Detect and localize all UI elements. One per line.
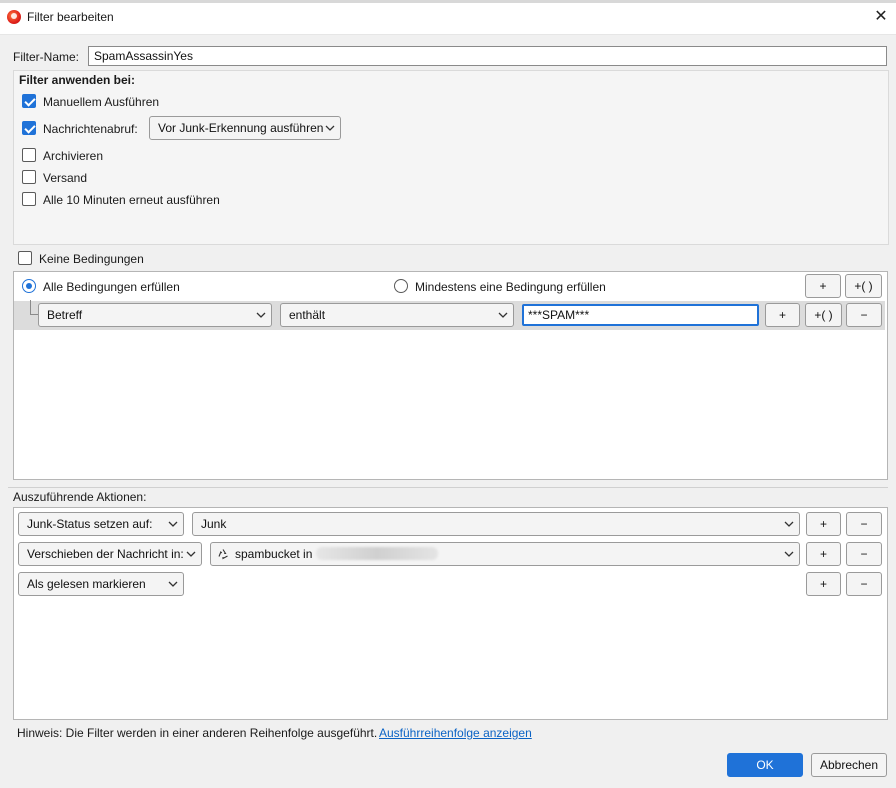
add-condition-button[interactable]: + [805,274,841,298]
send-checkbox[interactable] [22,170,36,184]
condition-add-button[interactable]: + [765,303,800,327]
periodic-label: Alle 10 Minuten erneut ausführen [43,193,220,207]
chevron-down-icon [784,521,794,527]
chevron-down-icon [325,125,335,131]
action-type-dropdown-3[interactable]: Als gelesen markieren [18,572,184,596]
condition-add-group-button[interactable]: +( ) [805,303,842,327]
window-title: Filter bearbeiten [27,10,114,24]
action-type-value-2: Verschieben der Nachricht in: [27,547,184,561]
action-type-dropdown-1[interactable]: Junk-Status setzen auf: [18,512,184,536]
action-type-value-1: Junk-Status setzen auf: [27,517,153,531]
action-target-value-1: Junk [201,517,227,531]
title-bar [0,0,896,35]
chevron-down-icon [784,551,794,557]
actions-heading: Auszuführende Aktionen: [13,490,147,504]
order-hint-text: Hinweis: Die Filter werden in einer ande… [17,726,378,740]
action-type-value-3: Als gelesen markieren [27,577,146,591]
thunderbird-app-icon [7,10,21,24]
periodic-checkbox[interactable] [22,192,36,206]
chevron-down-icon [186,551,196,557]
condition-value-input[interactable]: ***SPAM*** [522,304,759,326]
no-conditions-checkbox[interactable] [18,251,32,265]
manual-run-label: Manuellem Ausführen [43,95,160,109]
action-add-button-3[interactable]: + [806,572,841,596]
apply-heading: Filter anwenden bei: [19,73,136,87]
actions-box [13,507,888,720]
action-remove-button-2[interactable]: − [846,542,882,566]
chevron-down-icon [168,521,178,527]
action-target-value-2: spambucket in [235,547,313,561]
close-icon[interactable]: ✕ [869,6,893,28]
background-window-strip [0,0,896,3]
redacted-account-name [316,547,438,560]
filter-name-label: Filter-Name: [13,50,79,64]
condition-operator-dropdown[interactable]: enthält [280,303,514,327]
filter-name-input[interactable]: SpamAssassinYes [88,46,887,66]
fetch-timing-dropdown[interactable]: Vor Junk-Erkennung ausführen [149,116,341,140]
filter-name-label-text: Filter-Name: [13,50,80,64]
chevron-down-icon [256,312,266,318]
match-all-radio[interactable] [22,279,36,293]
fetch-timing-value: Vor Junk-Erkennung ausführen [158,121,324,135]
ok-button[interactable]: OK [727,753,803,777]
action-type-dropdown-2[interactable]: Verschieben der Nachricht in: [18,542,202,566]
no-conditions-label: Keine Bedingungen [39,252,144,266]
chevron-down-icon [168,581,178,587]
action-remove-button-3[interactable]: − [846,572,882,596]
action-add-button-2[interactable]: + [806,542,841,566]
condition-operator-value: enthält [289,308,326,322]
action-target-dropdown-1[interactable]: Junk [192,512,800,536]
fetch-label: Nachrichtenabruf: [43,122,138,136]
action-target-dropdown-2[interactable]: spambucket in [210,542,800,566]
folder-recycle-icon [218,549,228,560]
condition-remove-button[interactable]: − [846,303,882,327]
condition-field-value: Betreff [47,308,83,322]
match-any-radio[interactable] [394,279,408,293]
chevron-down-icon [498,312,508,318]
show-order-link[interactable]: Ausführreihenfolge anzeigen [379,726,532,740]
archive-checkbox[interactable] [22,148,36,162]
action-add-button-1[interactable]: + [806,512,841,536]
match-any-label: Mindestens eine Bedingung erfüllen [415,280,606,294]
send-label: Versand [43,171,88,185]
action-remove-button-1[interactable]: − [846,512,882,536]
archive-label: Archivieren [43,149,104,163]
cancel-button[interactable]: Abbrechen [811,753,887,777]
fetch-checkbox[interactable] [22,121,36,135]
section-divider [8,487,888,488]
add-condition-group-button[interactable]: +( ) [845,274,882,298]
manual-run-checkbox[interactable] [22,94,36,108]
match-all-label: Alle Bedingungen erfüllen [43,280,180,294]
condition-field-dropdown[interactable]: Betreff [38,303,272,327]
